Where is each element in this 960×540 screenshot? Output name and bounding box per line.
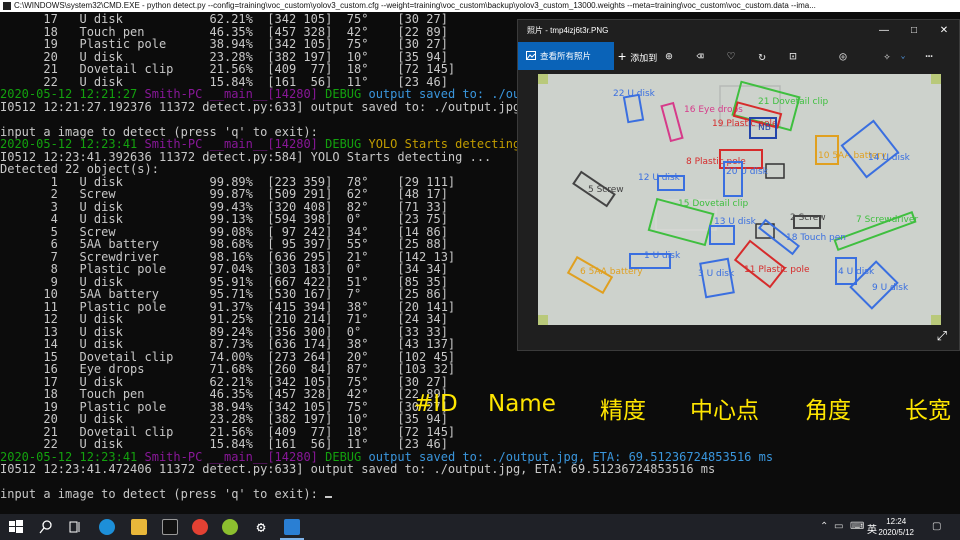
detection-label: 9 U disk: [872, 283, 909, 293]
clock[interactable]: 12:24 2020/5/12: [878, 516, 914, 538]
caption-name: Name: [488, 391, 556, 417]
cmd-icon: [3, 2, 11, 10]
line-text: I0512 12:23:41.472406 11372 detect.py:63…: [0, 462, 716, 476]
detection-label: 18 Touch pen: [786, 233, 846, 243]
app-icon[interactable]: [222, 519, 238, 535]
edge-browser-icon[interactable]: [99, 519, 115, 535]
console-line: I0512 12:23:41.472406 11372 detect.py:63…: [0, 463, 715, 476]
settings-gear-icon[interactable]: ⚙: [253, 519, 269, 535]
detection-label: 15 Dovetail clip: [678, 199, 748, 209]
detection-label: 3 U disk: [698, 269, 735, 279]
console-line: I0512 12:21:27.192376 11372 detect.py:63…: [0, 99, 578, 114]
detection-label: 2 Screw: [790, 213, 826, 223]
detection-label: 20 U disk: [726, 167, 769, 177]
photos-toolbar: 查看所有照片 + 添加到 ⊕ ⌫ ♡ ↻ ⊡ ◎ ✧ ⌄ ⋯: [518, 42, 959, 70]
caption-id: #ID: [414, 391, 458, 417]
search-icon[interactable]: [38, 519, 54, 535]
plus-icon: +: [618, 48, 627, 64]
taskbar: ⚙ ⌃ ▭ ⌨ 英 12:24 2020/5/12 ▢: [0, 514, 960, 540]
add-to-button[interactable]: + 添加到: [618, 42, 657, 70]
photos-taskbar-icon[interactable]: [284, 519, 300, 535]
file-explorer-icon[interactable]: [131, 519, 147, 535]
notification-icon[interactable]: ▢: [932, 521, 941, 532]
detection-label: 11 Plastic pole: [744, 265, 810, 275]
detection-label: 13 U disk: [714, 217, 757, 227]
detection-image: 22 U disk 16 Eye drops 21 Dovetail clip 19 …: [538, 74, 941, 325]
tray-up-chevron-icon[interactable]: ⌃: [820, 521, 828, 532]
detection-label: 6 5AA battery: [580, 267, 643, 277]
photos-title-bar[interactable]: 照片 - tmp4izj6t3r.PNG — □ ✕: [518, 20, 959, 42]
caption-center: 中心点: [690, 398, 759, 424]
minimize-button[interactable]: —: [869, 20, 899, 42]
enhance-icon[interactable]: ◎: [836, 49, 850, 63]
detection-label: NB: [758, 123, 771, 133]
photos-title: 照片 - tmp4izj6t3r.PNG: [527, 26, 609, 35]
task-view-icon[interactable]: [67, 519, 83, 535]
console-line: input a image to detect (press 'q' to ex…: [0, 487, 333, 501]
picture-icon: [526, 51, 536, 60]
view-all-photos-button[interactable]: 查看所有照片: [518, 42, 614, 70]
crop-icon[interactable]: ⊡: [786, 49, 800, 63]
detection-label: 7 Screwdriver: [856, 215, 918, 225]
clock-date: 2020/5/12: [878, 528, 914, 537]
detection-label: 5 Screw: [588, 185, 624, 195]
close-button[interactable]: ✕: [929, 20, 959, 42]
detection-label: 22 U disk: [613, 89, 656, 99]
edit-create-icon[interactable]: ✧: [880, 49, 894, 63]
line-text: input a image to detect (press 'q' to ex…: [0, 487, 326, 501]
more-icon[interactable]: ⋯: [922, 49, 936, 63]
view-all-label: 查看所有照片: [540, 51, 592, 61]
add-to-label: 添加到: [630, 53, 658, 63]
keyboard-icon[interactable]: ⌨: [850, 521, 864, 532]
windows-start-icon[interactable]: [8, 519, 24, 535]
detection-label: 12 U disk: [638, 173, 681, 183]
detection-label: 14 U disk: [868, 153, 911, 163]
chrome-icon[interactable]: [192, 519, 208, 535]
fullscreen-icon[interactable]: ⤢: [937, 329, 947, 344]
detection-label: 21 Dovetail clip: [758, 97, 828, 107]
rotate-icon[interactable]: ↻: [755, 49, 769, 63]
caption-angle: 角度: [805, 398, 851, 424]
cmd-title: C:\WINDOWS\system32\CMD.EXE - python det…: [14, 1, 816, 10]
detection-label: 1 U disk: [644, 251, 681, 261]
caption-precision: 精度: [600, 398, 646, 424]
text-cursor: [325, 496, 333, 498]
line-text: I0512 12:21:27.192376 11372 detect.py:63…: [0, 99, 578, 114]
detection-canvas: 22 U disk16 Eye drops21 Dovetail clip19 …: [538, 74, 941, 325]
caption-size: 长宽: [905, 398, 951, 424]
zoom-icon[interactable]: ⊕: [662, 49, 676, 63]
maximize-button[interactable]: □: [899, 20, 929, 42]
chevron-down-icon[interactable]: ⌄: [896, 49, 910, 63]
cmd-taskbar-icon[interactable]: [162, 519, 178, 535]
battery-icon[interactable]: ▭: [834, 521, 843, 532]
favorite-heart-icon[interactable]: ♡: [724, 49, 738, 63]
delete-icon[interactable]: ⌫: [693, 49, 707, 63]
photos-window[interactable]: 照片 - tmp4izj6t3r.PNG — □ ✕ 查看所有照片 + 添加到 ⊕…: [517, 19, 960, 351]
cmd-title-bar[interactable]: C:\WINDOWS\system32\CMD.EXE - python det…: [0, 0, 960, 12]
ime-indicator[interactable]: 英: [867, 521, 877, 536]
clock-time: 12:24: [886, 517, 907, 526]
